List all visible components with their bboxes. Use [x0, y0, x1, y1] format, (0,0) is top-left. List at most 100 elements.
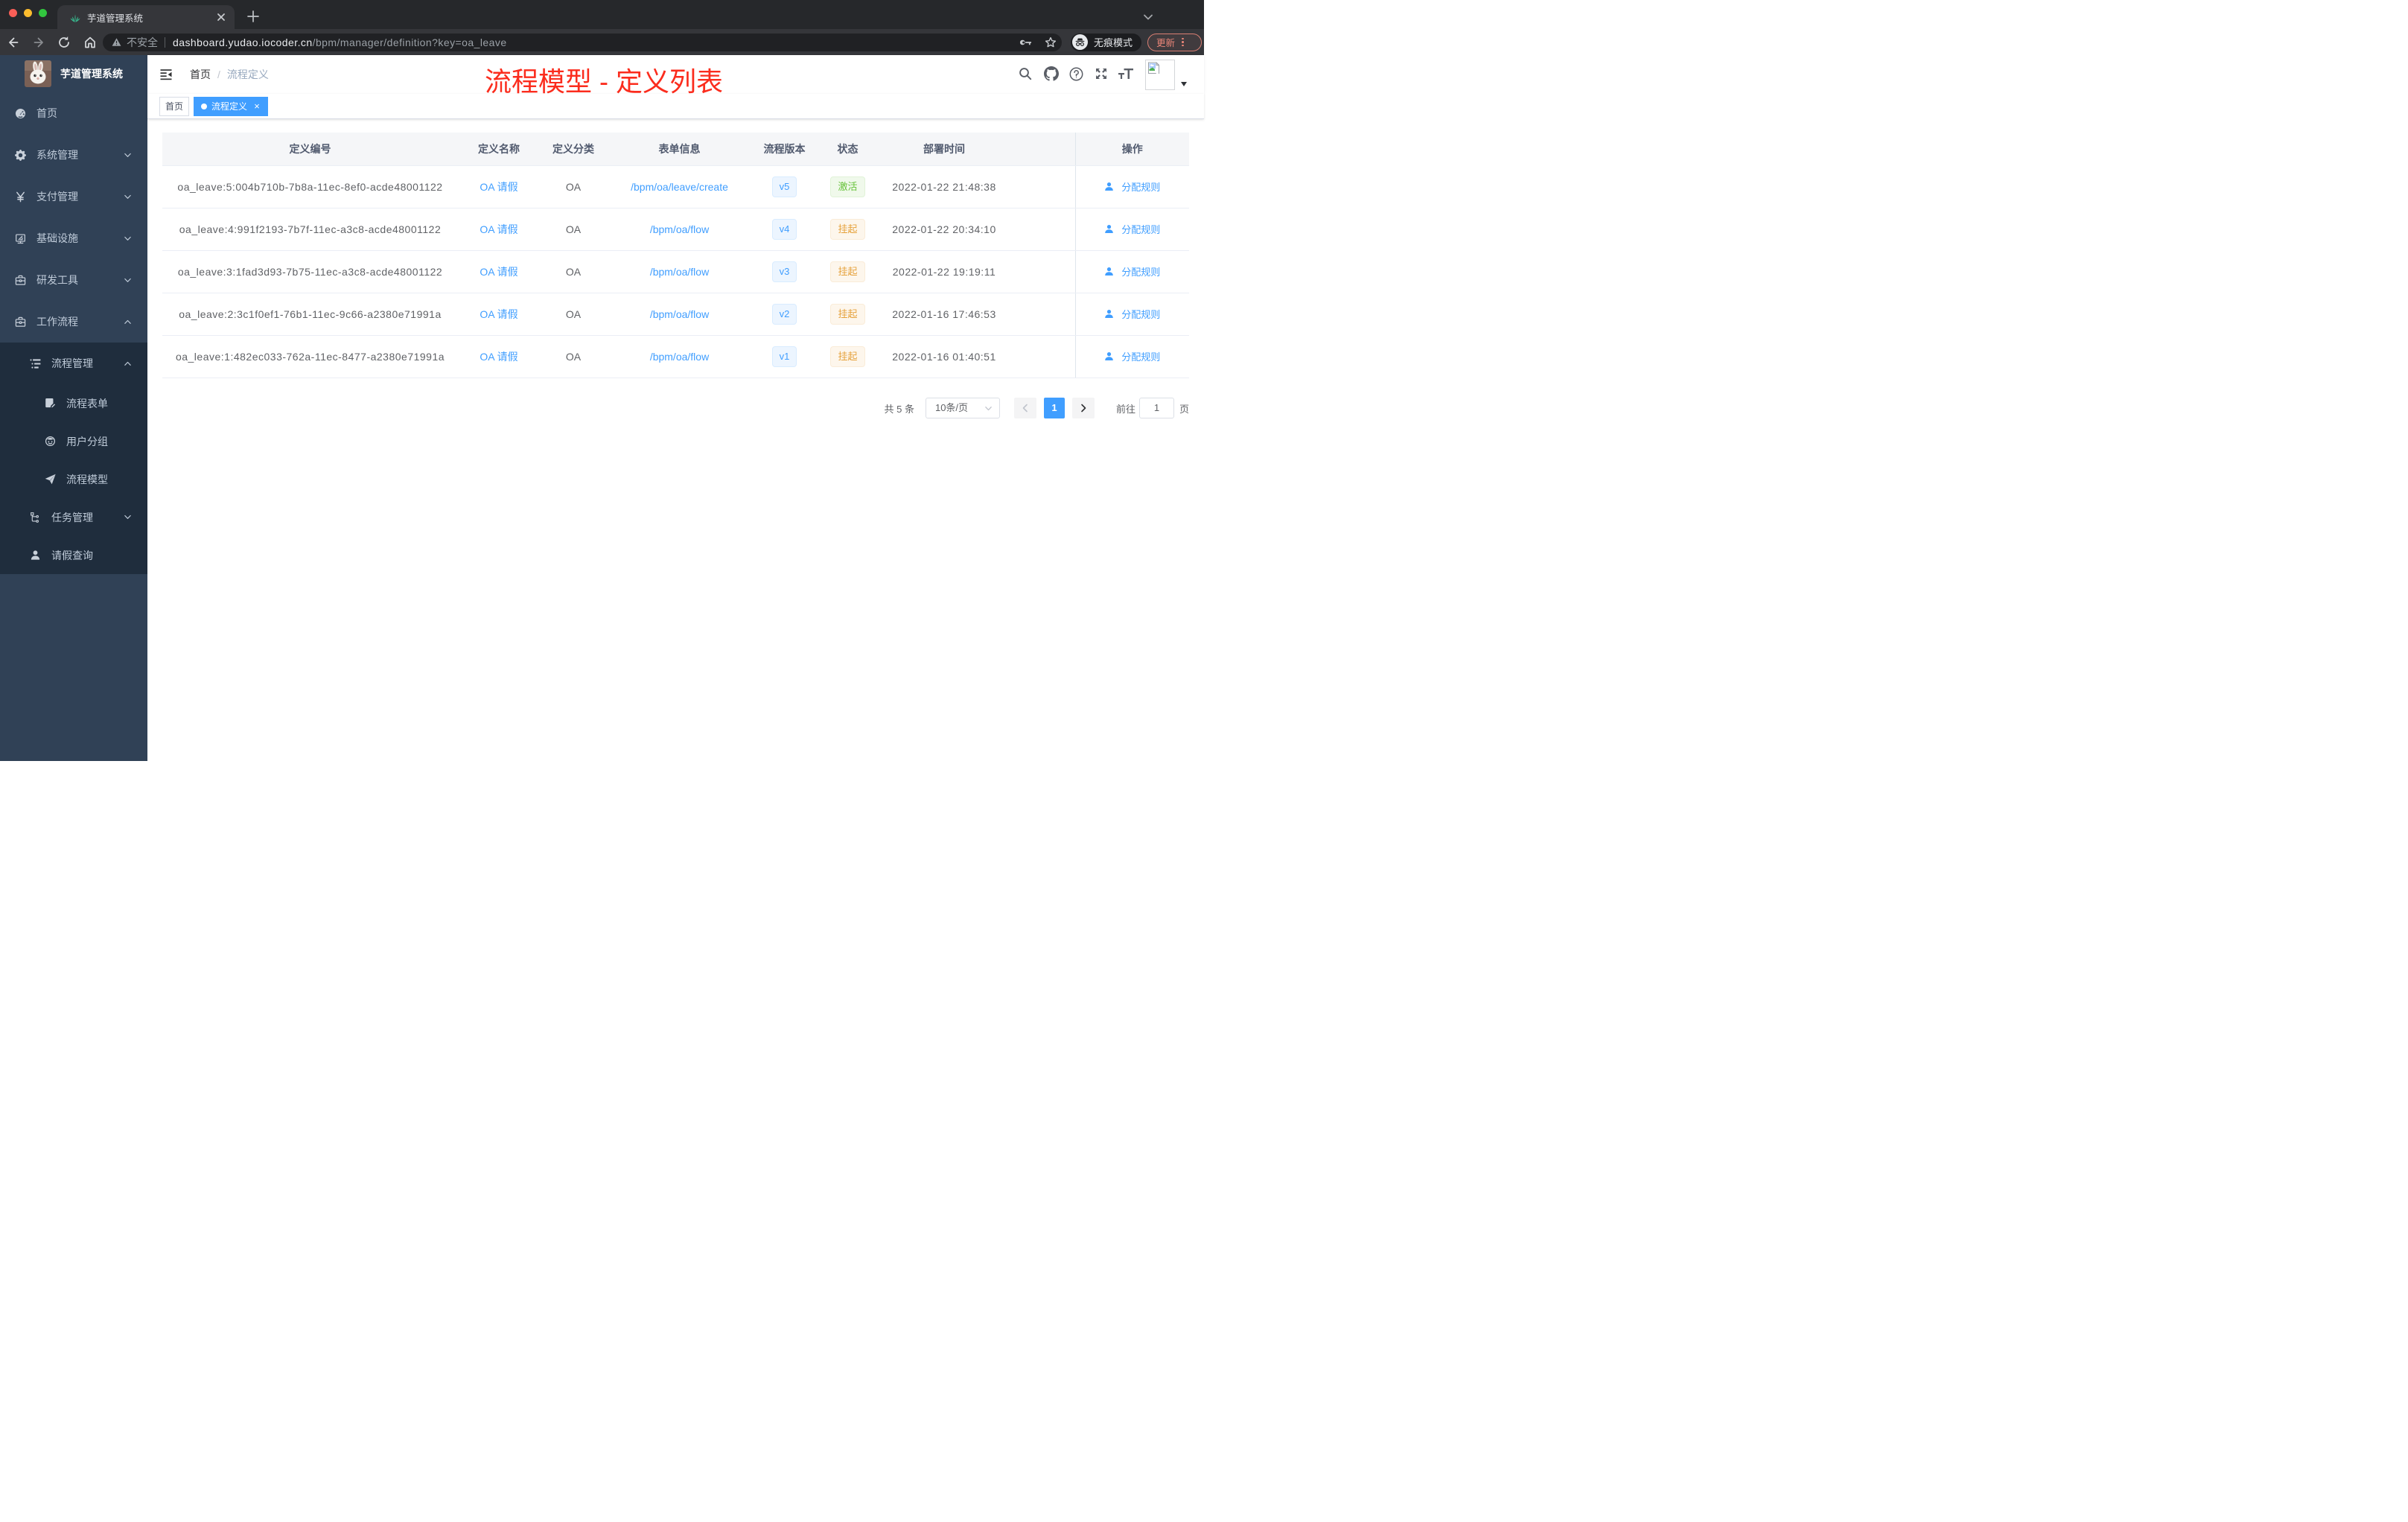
- sidebar-item-流程表单[interactable]: 流程表单: [0, 384, 147, 422]
- sidebar-item-支付管理[interactable]: 支付管理: [0, 176, 147, 217]
- operation-cell: 分配规则: [1074, 208, 1189, 251]
- user-avatar-broken-image[interactable]: [1145, 60, 1175, 90]
- chevron-up-icon: [124, 318, 132, 326]
- sidebar-item-流程管理[interactable]: 流程管理: [0, 343, 147, 384]
- avatar-dropdown-caret-icon[interactable]: [1181, 82, 1187, 86]
- table-row: oa_leave:4:991f2193-7b7f-11ec-a3c8-acde4…: [162, 208, 1189, 251]
- tag-首页[interactable]: 首页: [159, 97, 190, 116]
- definition-id: oa_leave:3:1fad3d93-7b75-11ec-a3c8-acde4…: [162, 250, 458, 293]
- help-icon[interactable]: [1069, 67, 1083, 81]
- security-label[interactable]: 不安全: [127, 35, 158, 50]
- sidebar-item-工作流程[interactable]: 工作流程: [0, 301, 147, 343]
- sidebar-item-首页[interactable]: 首页: [0, 92, 147, 134]
- status-tag: 挂起: [817, 293, 879, 336]
- forward-button[interactable]: [33, 36, 46, 49]
- workflow-submenu: 流程管理流程表单用户分组流程模型任务管理请假查询: [0, 343, 147, 574]
- window-minimize-button[interactable]: [23, 8, 32, 17]
- new-tab-button[interactable]: [246, 10, 260, 23]
- definition-name-link[interactable]: OA 请假: [480, 181, 517, 193]
- assign-rule-button[interactable]: 分配规则: [1104, 307, 1160, 321]
- tree-list-icon: [30, 358, 41, 369]
- sidebar-item-label: 流程模型: [66, 473, 108, 485]
- sidebar-item-label: 用户分组: [66, 435, 108, 448]
- assign-rule-label: 分配规则: [1121, 267, 1161, 278]
- assign-rule-button[interactable]: 分配规则: [1104, 179, 1160, 194]
- font-size-icon[interactable]: [1118, 66, 1134, 81]
- table-filler: [1010, 250, 1075, 293]
- active-tag-dot: [201, 104, 207, 109]
- form-link: /bpm/oa/flow: [607, 250, 752, 293]
- password-key-icon[interactable]: [1019, 36, 1033, 49]
- form-link[interactable]: /bpm/oa/flow: [650, 223, 709, 235]
- sidebar-logo[interactable]: 芋道管理系统: [0, 55, 147, 92]
- window-close-button[interactable]: [8, 8, 17, 17]
- table-row: oa_leave:3:1fad3d93-7b75-11ec-a3c8-acde4…: [162, 250, 1189, 293]
- reload-button[interactable]: [57, 36, 71, 49]
- tab-close-icon[interactable]: [215, 11, 227, 23]
- sidebar-item-label: 工作流程: [36, 316, 78, 328]
- column-header: 定义分类: [540, 133, 607, 166]
- browser-update-button[interactable]: 更新: [1147, 33, 1202, 51]
- form-link[interactable]: /bpm/oa/leave/create: [631, 181, 728, 193]
- prev-page-button[interactable]: [1013, 398, 1036, 418]
- search-icon[interactable]: [1019, 67, 1032, 80]
- goto-page-input[interactable]: 1: [1138, 398, 1174, 418]
- url-text[interactable]: dashboard.yudao.iocoder.cn/bpm/manager/d…: [173, 36, 507, 48]
- person-icon: [1104, 224, 1118, 234]
- table-row: oa_leave:2:3c1f0ef1-76b1-11ec-9c66-a2380…: [162, 293, 1189, 336]
- version-tag: v3: [771, 261, 797, 282]
- sidebar-item-任务管理[interactable]: 任务管理: [0, 498, 147, 536]
- definition-name-link[interactable]: OA 请假: [480, 266, 517, 278]
- definition-category: OA: [540, 165, 607, 208]
- sidebar-item-流程模型[interactable]: 流程模型: [0, 460, 147, 498]
- definition-category: OA: [540, 250, 607, 293]
- fullscreen-icon[interactable]: [1095, 67, 1108, 80]
- tab-search-chevron-icon[interactable]: [1142, 11, 1154, 23]
- sidebar-item-系统管理[interactable]: 系统管理: [0, 134, 147, 176]
- status-tag: 激活: [817, 165, 879, 208]
- assign-rule-button[interactable]: 分配规则: [1104, 222, 1160, 236]
- home-button[interactable]: [83, 36, 97, 49]
- table-filler: [1010, 165, 1075, 208]
- github-icon[interactable]: [1044, 66, 1059, 81]
- sidebar-item-请假查询[interactable]: 请假查询: [0, 536, 147, 574]
- form-link: /bpm/oa/flow: [607, 293, 752, 336]
- logo-rabbit-avatar: [25, 60, 51, 87]
- person-icon: [1104, 351, 1118, 361]
- bookmark-star-icon[interactable]: [1044, 36, 1057, 49]
- form-link[interactable]: /bpm/oa/flow: [650, 351, 709, 363]
- form-link[interactable]: /bpm/oa/flow: [650, 266, 709, 278]
- definition-name-link[interactable]: OA 请假: [480, 308, 517, 320]
- briefcase-icon: [15, 316, 26, 328]
- breadcrumb-home[interactable]: 首页: [190, 67, 211, 82]
- page-size-select[interactable]: 10条/页: [925, 398, 1000, 418]
- sidebar-item-label: 流程管理: [51, 357, 93, 369]
- assign-rule-button[interactable]: 分配规则: [1104, 264, 1160, 278]
- browser-tab[interactable]: 芋道管理系统: [57, 5, 235, 29]
- update-label[interactable]: 更新: [1156, 35, 1175, 49]
- page-number-current[interactable]: 1: [1043, 398, 1065, 418]
- assign-rule-button[interactable]: 分配规则: [1104, 349, 1160, 363]
- sidebar-item-基础设施[interactable]: 基础设施: [0, 217, 147, 259]
- address-bar[interactable]: 不安全 dashboard.yudao.iocoder.cn/bpm/manag…: [103, 33, 1062, 51]
- table-row: oa_leave:1:482ec033-762a-11ec-8477-a2380…: [162, 335, 1189, 378]
- sidebar-item-研发工具[interactable]: 研发工具: [0, 259, 147, 301]
- definition-id: oa_leave:1:482ec033-762a-11ec-8477-a2380…: [162, 335, 458, 378]
- next-page-button[interactable]: [1071, 398, 1095, 418]
- window-zoom-button[interactable]: [38, 8, 47, 17]
- sidebar-item-label: 请假查询: [51, 549, 93, 561]
- sidebar-collapse-icon[interactable]: [160, 69, 172, 80]
- browser-menu-dots-icon[interactable]: [1182, 37, 1184, 47]
- sidebar-item-用户分组[interactable]: 用户分组: [0, 422, 147, 460]
- chevron-down-icon: [984, 404, 993, 413]
- main-area: 首页 / 流程定义 流程模型 - 定义列表 首页 流程定义 × 定义编号 定义名称 定义…: [147, 55, 1204, 761]
- back-button[interactable]: [6, 36, 19, 49]
- tag-流程定义[interactable]: 流程定义 ×: [194, 97, 269, 116]
- status-tag: 挂起: [830, 346, 865, 367]
- assign-rule-label: 分配规则: [1121, 351, 1161, 363]
- definition-name-link[interactable]: OA 请假: [480, 223, 517, 235]
- form-link[interactable]: /bpm/oa/flow: [650, 308, 709, 320]
- tag-close-icon[interactable]: ×: [252, 101, 262, 112]
- definition-name-link[interactable]: OA 请假: [480, 351, 517, 363]
- status-tag: 挂起: [830, 261, 865, 282]
